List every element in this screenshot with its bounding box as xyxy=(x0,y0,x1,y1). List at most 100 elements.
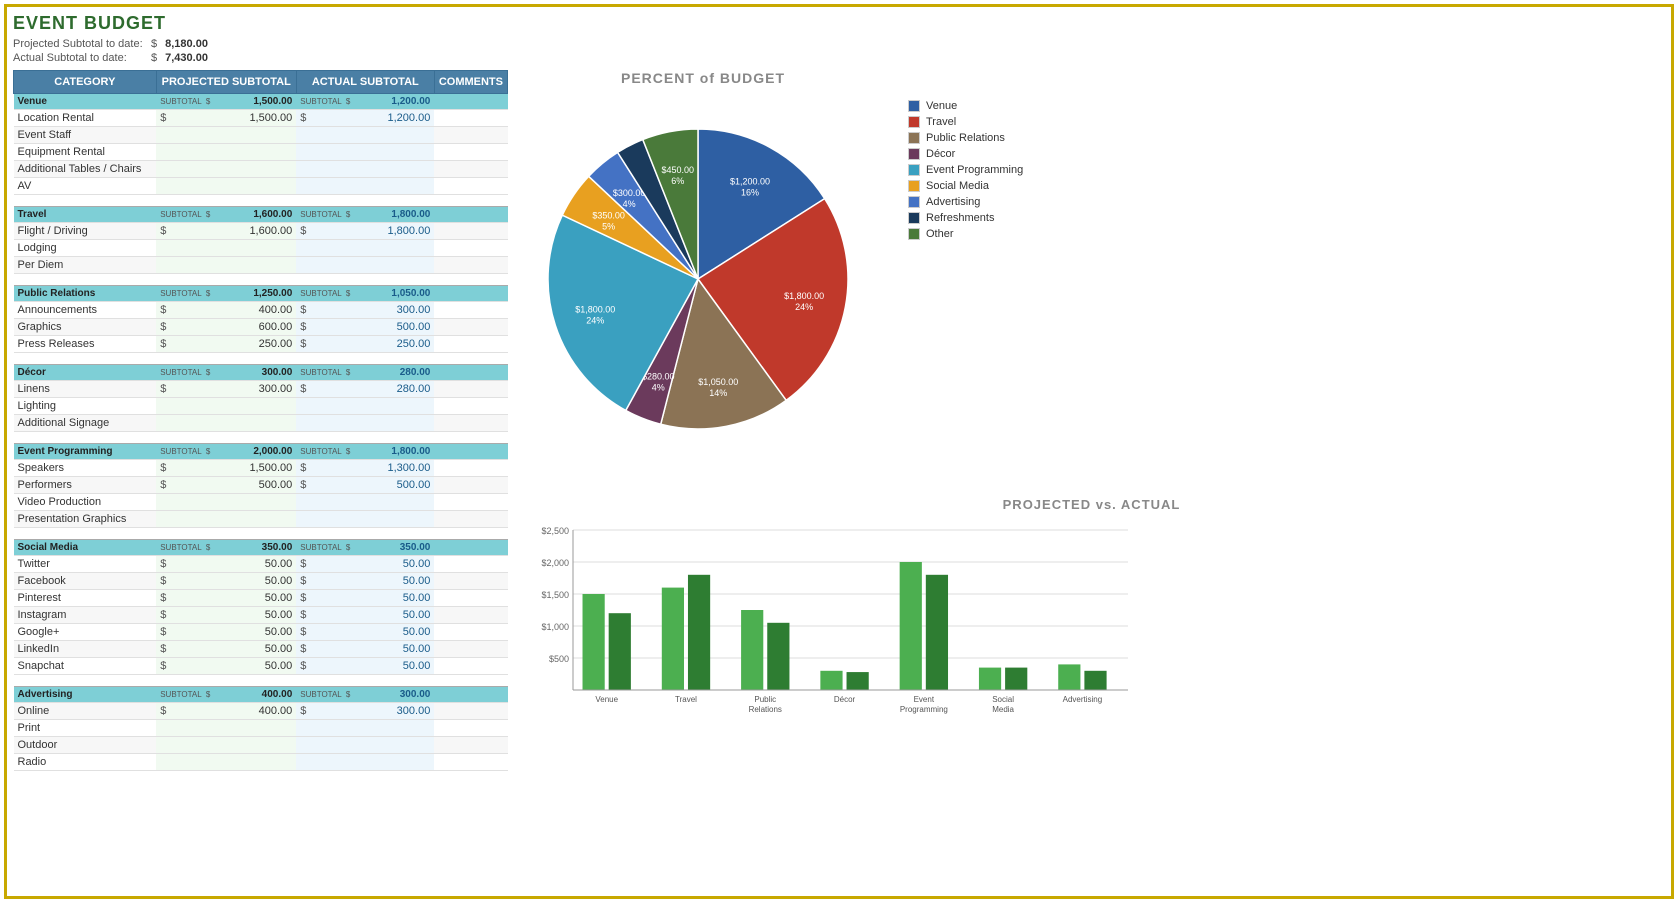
actual-bar xyxy=(1084,671,1106,690)
item-comments xyxy=(434,319,507,336)
table-row: Instagram $ 50.00 $ 50.00 xyxy=(14,607,508,624)
legend-item: Other xyxy=(908,228,1023,240)
table-row: Per Diem xyxy=(14,257,508,274)
item-comments xyxy=(434,477,507,494)
item-actual: $ 500.00 xyxy=(296,319,434,336)
item-proj xyxy=(156,754,296,771)
item-name: Pinterest xyxy=(14,590,157,607)
item-proj: $ 50.00 xyxy=(156,658,296,675)
item-comments xyxy=(434,240,507,257)
item-name: Speakers xyxy=(14,460,157,477)
item-actual: $ 300.00 xyxy=(296,703,434,720)
projected-bar xyxy=(662,588,684,690)
cat-actual-subtotal: SUBTOTAL $ 1,050.00 xyxy=(296,286,434,302)
outer-border: EVENT BUDGET Projected Subtotal to date:… xyxy=(4,4,1674,899)
spacer-row xyxy=(14,353,508,365)
legend-swatch xyxy=(908,100,920,112)
pie-label: $1,200.00 xyxy=(730,176,770,186)
table-row: Presentation Graphics xyxy=(14,511,508,528)
table-row: Graphics $ 600.00 $ 500.00 xyxy=(14,319,508,336)
item-proj xyxy=(156,415,296,432)
item-proj xyxy=(156,737,296,754)
item-proj: $ 1,500.00 xyxy=(156,110,296,127)
item-name: Linens xyxy=(14,381,157,398)
pie-section: PERCENT of BUDGET $1,200.0016%$1,800.002… xyxy=(518,70,1665,477)
svg-text:Social: Social xyxy=(992,695,1014,704)
legend-swatch xyxy=(908,164,920,176)
table-row: Press Releases $ 250.00 $ 250.00 xyxy=(14,336,508,353)
svg-text:Programming: Programming xyxy=(900,705,948,714)
item-comments xyxy=(434,381,507,398)
item-name: Instagram xyxy=(14,607,157,624)
legend-swatch xyxy=(908,196,920,208)
item-actual xyxy=(296,144,434,161)
pie-pct-label: 24% xyxy=(586,315,604,325)
item-comments xyxy=(434,720,507,737)
cat-proj-subtotal: SUBTOTAL $ 1,500.00 xyxy=(156,94,296,110)
pie-label: $1,800.00 xyxy=(784,291,824,301)
item-actual xyxy=(296,415,434,432)
item-comments xyxy=(434,737,507,754)
legend-item: Travel xyxy=(908,116,1023,128)
legend-swatch xyxy=(908,228,920,240)
item-actual: $ 50.00 xyxy=(296,624,434,641)
item-actual: $ 280.00 xyxy=(296,381,434,398)
cat-comments xyxy=(434,540,507,556)
item-actual: $ 1,800.00 xyxy=(296,223,434,240)
cat-proj-subtotal: SUBTOTAL $ 300.00 xyxy=(156,365,296,381)
table-row: Facebook $ 50.00 $ 50.00 xyxy=(14,573,508,590)
item-actual: $ 500.00 xyxy=(296,477,434,494)
svg-text:Venue: Venue xyxy=(595,695,618,704)
category-header-row: Travel SUBTOTAL $ 1,600.00 SUBTOTAL $ 1,… xyxy=(14,207,508,223)
item-proj: $ 50.00 xyxy=(156,590,296,607)
item-comments xyxy=(434,556,507,573)
cat-proj-subtotal: SUBTOTAL $ 350.00 xyxy=(156,540,296,556)
item-proj: $ 50.00 xyxy=(156,624,296,641)
item-proj xyxy=(156,398,296,415)
item-actual: $ 50.00 xyxy=(296,607,434,624)
item-proj xyxy=(156,511,296,528)
cat-comments xyxy=(434,687,507,703)
legend-swatch xyxy=(908,148,920,160)
svg-text:$2,500: $2,500 xyxy=(541,526,569,536)
category-header-row: Event Programming SUBTOTAL $ 2,000.00 SU… xyxy=(14,444,508,460)
main-layout: CATEGORY PROJECTED SUBTOTAL ACTUAL SUBTO… xyxy=(13,70,1665,783)
spacer-row xyxy=(14,195,508,207)
item-proj: $ 1,500.00 xyxy=(156,460,296,477)
item-name: Video Production xyxy=(14,494,157,511)
cat-comments xyxy=(434,286,507,302)
cat-actual-subtotal: SUBTOTAL $ 1,800.00 xyxy=(296,207,434,223)
table-row: Event Staff xyxy=(14,127,508,144)
item-proj xyxy=(156,240,296,257)
legend-item: Public Relations xyxy=(908,132,1023,144)
item-proj xyxy=(156,127,296,144)
legend-label: Advertising xyxy=(926,196,980,208)
table-row: Video Production xyxy=(14,494,508,511)
projected-header: PROJECTED SUBTOTAL xyxy=(156,71,296,94)
svg-text:Advertising: Advertising xyxy=(1063,695,1103,704)
table-row: Linens $ 300.00 $ 280.00 xyxy=(14,381,508,398)
projected-bar xyxy=(1058,664,1080,690)
bar-section: PROJECTED vs. ACTUAL $500$1,000$1,500$2,… xyxy=(518,497,1665,743)
category-header-row: Venue SUBTOTAL $ 1,500.00 SUBTOTAL $ 1,2… xyxy=(14,94,508,110)
item-name: Press Releases xyxy=(14,336,157,353)
legend-item: Advertising xyxy=(908,196,1023,208)
item-name: Flight / Driving xyxy=(14,223,157,240)
legend-item: Venue xyxy=(908,100,1023,112)
item-actual: $ 250.00 xyxy=(296,336,434,353)
item-comments xyxy=(434,511,507,528)
item-proj xyxy=(156,161,296,178)
item-comments xyxy=(434,607,507,624)
item-comments xyxy=(434,144,507,161)
item-actual xyxy=(296,240,434,257)
legend-label: Venue xyxy=(926,100,957,112)
item-name: Facebook xyxy=(14,573,157,590)
legend-label: Décor xyxy=(926,148,955,160)
item-actual xyxy=(296,754,434,771)
item-comments xyxy=(434,223,507,240)
actual-bar xyxy=(1005,668,1027,690)
pie-pct-label: 6% xyxy=(671,176,684,186)
comments-header: COMMENTS xyxy=(434,71,507,94)
category-header-row: Social Media SUBTOTAL $ 350.00 SUBTOTAL … xyxy=(14,540,508,556)
spacer-row xyxy=(14,528,508,540)
